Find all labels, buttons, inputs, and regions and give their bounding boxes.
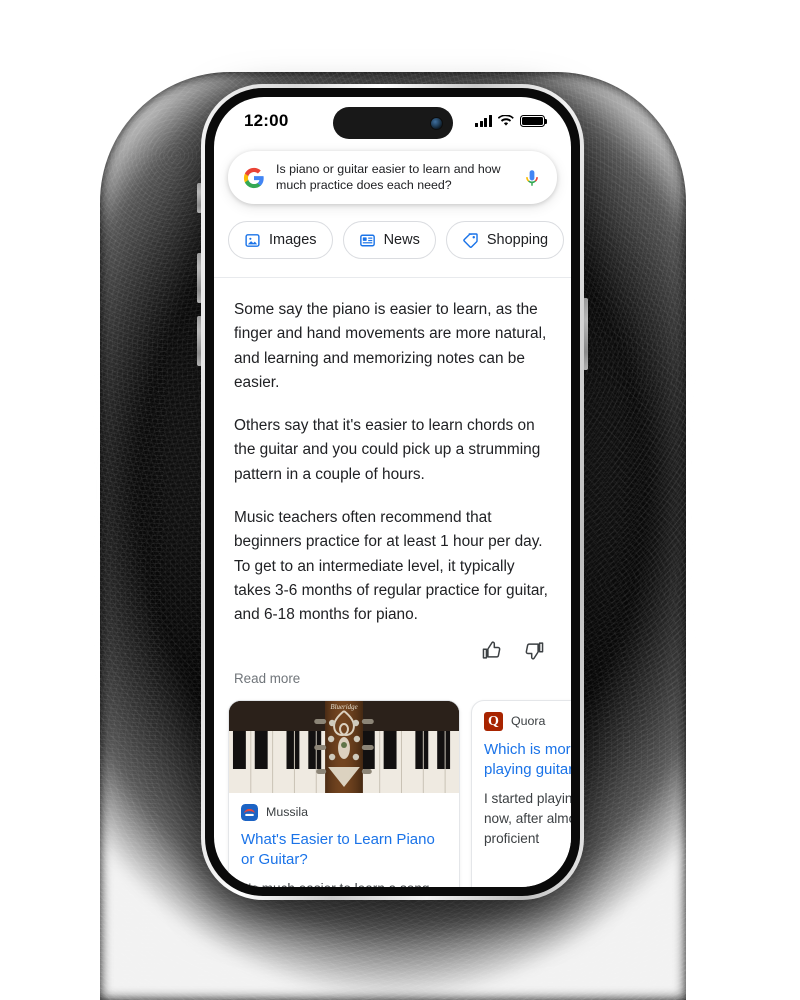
source-name: Mussila (266, 805, 308, 820)
source-card-mussila[interactable]: Blueridge Mussila What's Easier to Learn… (228, 699, 460, 887)
source-attribution: Q Quora (484, 711, 571, 731)
chip-shopping-label: Shopping (486, 232, 549, 248)
feedback-controls (234, 628, 551, 661)
svg-text:Blueridge: Blueridge (330, 703, 357, 711)
read-more-link[interactable]: Read more (234, 661, 551, 686)
chip-images[interactable]: Images (228, 221, 333, 259)
google-microphone-icon[interactable] (521, 167, 543, 189)
phone-screen: 12:00 Is piano or guitar easier to learn… (214, 97, 571, 887)
chip-news-label: News (383, 232, 420, 248)
phone-bezel: 12:00 Is piano or guitar easier to learn… (205, 88, 580, 896)
source-attribution: Mussila (241, 803, 447, 821)
wifi-icon (498, 115, 514, 126)
phone-device-frame: 12:00 Is piano or guitar easier to learn… (201, 84, 584, 900)
chip-shopping[interactable]: Shopping (445, 221, 565, 259)
guitar-headstock-on-piano-keys-photo: Blueridge (229, 700, 459, 793)
news-icon (359, 234, 375, 246)
chip-news[interactable]: News (342, 221, 436, 259)
thumbnail-illustration: Blueridge (229, 700, 459, 793)
status-bar-indicators (475, 114, 548, 128)
search-query-text: Is piano or guitar easier to learn and h… (276, 162, 501, 192)
answer-paragraph-1: Some say the piano is easier to learn, a… (234, 301, 547, 391)
search-filter-chips: Images News Shopping (214, 204, 571, 259)
source-card-body: Q Quora Which is more playing piano play… (472, 701, 571, 862)
image-icon (245, 233, 260, 247)
source-name: Quora (511, 714, 546, 729)
search-bar-container: Is piano or guitar easier to learn and h… (214, 145, 571, 204)
thumb-down-icon[interactable] (524, 640, 545, 661)
source-card-snippet: It's much easier to learn a song for the… (241, 879, 447, 887)
mussila-favicon (241, 803, 258, 821)
answer-paragraph-3: Music teachers often recommend that begi… (234, 509, 548, 624)
price-tag-icon (463, 232, 478, 248)
answer-paragraph-2: Others say that it's easier to learn cho… (234, 417, 541, 483)
source-card-body: Mussila What's Easier to Learn Piano or … (229, 793, 459, 887)
chip-images-label: Images (269, 232, 317, 248)
battery-full-icon (520, 114, 548, 128)
cellular-bars-icon (475, 115, 492, 127)
source-card-title[interactable]: Which is more playing piano playing guit… (484, 740, 571, 781)
answer-block: Some say the piano is easier to learn, a… (214, 278, 571, 686)
front-camera-icon (430, 117, 442, 129)
thumb-up-icon[interactable] (481, 640, 502, 661)
dynamic-island (332, 107, 453, 139)
status-bar-clock: 12:00 (244, 111, 289, 130)
google-g-logo (243, 167, 264, 188)
source-card-snippet: I started playin instruments th now, aft… (484, 790, 571, 846)
source-card-quora[interactable]: Q Quora Which is more playing piano play… (471, 699, 571, 887)
quora-logo: Q (484, 711, 503, 731)
search-bar[interactable]: Is piano or guitar easier to learn and h… (228, 151, 557, 204)
screenshot-stage: 12:00 Is piano or guitar easier to learn… (0, 0, 800, 1000)
source-card-title[interactable]: What's Easier to Learn Piano or Guitar? (241, 830, 447, 871)
status-bar: 12:00 (214, 97, 571, 145)
source-cards-carousel[interactable]: Blueridge Mussila What's Easier to Learn… (214, 686, 571, 887)
